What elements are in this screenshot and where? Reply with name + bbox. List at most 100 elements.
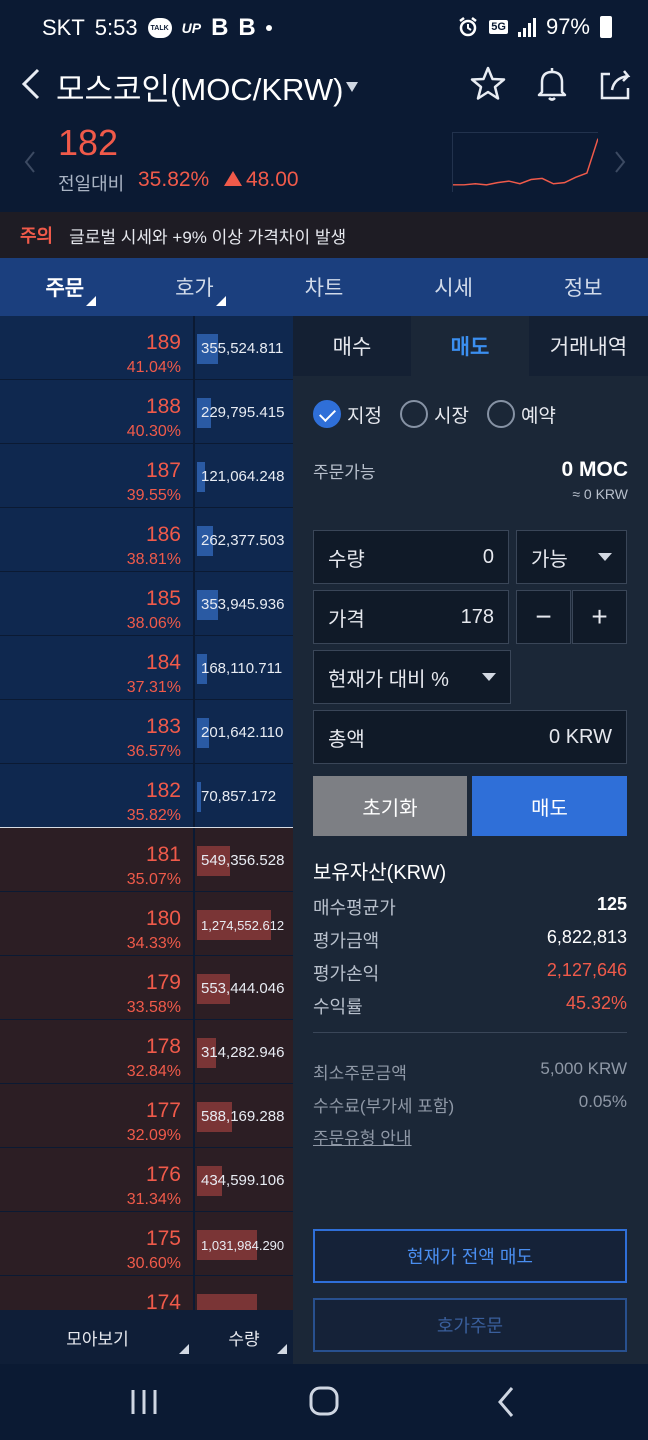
tab-buy[interactable]: 매수	[293, 316, 411, 376]
volume-bar	[197, 1294, 257, 1310]
price-increase-button[interactable]: +	[572, 590, 627, 644]
orderbook-price-cell[interactable]: 176 31.34%	[0, 1148, 195, 1211]
orderbook[interactable]: 189 41.04% 355,524.811 188 40.30% 229,795.415…	[0, 316, 293, 1310]
back-nav-icon[interactable]	[486, 1384, 526, 1420]
orderbook-volume-cell[interactable]: 168,110.711	[195, 636, 293, 699]
orderbook-row[interactable]: 174	[0, 1276, 293, 1310]
percent-select[interactable]: 현재가 대비 %	[313, 650, 511, 704]
tab-order[interactable]: 주문	[0, 258, 130, 316]
orderbook-price-cell[interactable]: 187 39.55%	[0, 444, 195, 507]
orderbook-price-cell[interactable]: 185 38.06%	[0, 572, 195, 635]
orderbook-row[interactable]: 176 31.34% 434,599.106	[0, 1148, 293, 1212]
orderbook-price-cell[interactable]: 178 32.84%	[0, 1020, 195, 1083]
orderbook-volume-cell[interactable]: 229,795.415	[195, 380, 293, 443]
sell-all-button[interactable]: 현재가 전액 매도	[313, 1229, 627, 1283]
warning-banner[interactable]: 주의 글로벌 시세와 +9% 이상 가격차이 발생	[0, 212, 648, 258]
orderbook-price-cell[interactable]: 179 33.58%	[0, 956, 195, 1019]
tab-chart[interactable]: 차트	[259, 258, 389, 316]
tab-sell[interactable]: 매도	[411, 316, 529, 376]
orderbook-price-cell[interactable]: 175 30.60%	[0, 1212, 195, 1275]
next-coin-chevron-icon[interactable]	[612, 150, 628, 174]
orderbook-volume-cell[interactable]: 353,945.936	[195, 572, 293, 635]
orderbook-price-cell[interactable]: 177 32.09%	[0, 1084, 195, 1147]
back-icon[interactable]	[16, 64, 46, 104]
orderbook-price-cell[interactable]: 186 38.81%	[0, 508, 195, 571]
tab-dropdown-caret-icon	[86, 296, 96, 306]
quantity-mode-selector[interactable]: 수량	[195, 1310, 293, 1364]
orderbook-volume-cell[interactable]: 553,444.046	[195, 956, 293, 1019]
orderbook-row[interactable]: 175 30.60% 1,031,984.290	[0, 1212, 293, 1276]
price-input[interactable]: 가격 178	[313, 590, 509, 644]
radio-limit[interactable]: 지정	[313, 400, 382, 428]
orderbook-order-button[interactable]: 호가주문	[313, 1298, 627, 1352]
orderbook-volume-cell[interactable]: 588,169.288	[195, 1084, 293, 1147]
tab-market[interactable]: 시세	[389, 258, 519, 316]
orderbook-row[interactable]: 181 35.07% 549,356.528	[0, 828, 293, 892]
orderbook-row[interactable]: 185 38.06% 353,945.936	[0, 572, 293, 636]
orderbook-price-cell[interactable]: 182 35.82%	[0, 764, 195, 827]
orderbook-price-cell[interactable]: 174	[0, 1276, 195, 1310]
orderbook-row[interactable]: 189 41.04% 355,524.811	[0, 316, 293, 380]
orderbook-price-cell[interactable]: 184 37.31%	[0, 636, 195, 699]
coin-title[interactable]: 모스코인(MOC/KRW)	[56, 64, 343, 109]
orderbook-volume-cell[interactable]: 201,642.110	[195, 700, 293, 763]
change-amount: 48.00	[224, 168, 299, 192]
orderbook-row[interactable]: 187 39.55% 121,064.248	[0, 444, 293, 508]
radio-market[interactable]: 시장	[399, 400, 469, 428]
yield-value: 45.32%	[565, 993, 627, 1013]
orderbook-row[interactable]: 188 40.30% 229,795.415	[0, 380, 293, 444]
sell-button[interactable]: 매도	[472, 776, 627, 836]
orderbook-volume-cell[interactable]	[195, 1276, 293, 1310]
system-nav-bar	[0, 1364, 648, 1440]
orderbook-price-cell[interactable]: 181 35.07%	[0, 828, 195, 891]
orderbook-row[interactable]: 177 32.09% 588,169.288	[0, 1084, 293, 1148]
reset-button[interactable]: 초기화	[313, 776, 467, 836]
orderbook-volume-cell[interactable]: 121,064.248	[195, 444, 293, 507]
orderbook-volume-cell[interactable]: 1,031,984.290	[195, 1212, 293, 1275]
orderbook-price-cell[interactable]: 183 36.57%	[0, 700, 195, 763]
bell-icon[interactable]	[532, 64, 572, 104]
quantity-mode-select[interactable]: 가능	[516, 530, 627, 584]
orderbook-row-current[interactable]: 182 35.82% 70,857.172	[0, 764, 293, 828]
status-bar: SKT 5:53 TALK UP B B 5G 97%	[0, 0, 648, 56]
view-mode-selector[interactable]: 모아보기	[0, 1310, 195, 1364]
order-type-guide-link[interactable]: 주문유형 안내	[313, 1124, 412, 1149]
orderbook-row[interactable]: 184 37.31% 168,110.711	[0, 636, 293, 700]
main-tabs: 주문 호가 차트 시세 정보	[0, 258, 648, 316]
orderbook-volume-cell[interactable]: 70,857.172	[195, 764, 293, 827]
orderbook-volume-cell[interactable]: 262,377.503	[195, 508, 293, 571]
talk-icon: TALK	[147, 18, 172, 38]
avg-price-value: 125	[596, 894, 627, 914]
price-decrease-button[interactable]: −	[516, 590, 571, 644]
home-icon[interactable]	[304, 1384, 344, 1420]
mini-price-chart[interactable]	[452, 132, 598, 192]
orderbook-row[interactable]: 180 34.33% 1,274,552.612	[0, 892, 293, 956]
orderbook-row[interactable]: 179 33.58% 553,444.046	[0, 956, 293, 1020]
tab-history[interactable]: 거래내역	[529, 316, 648, 376]
orderbook-volume-cell[interactable]: 549,356.528	[195, 828, 293, 891]
orderbook-row[interactable]: 178 32.84% 314,282.946	[0, 1020, 293, 1084]
favorite-star-icon[interactable]	[468, 64, 508, 104]
fee-label: 수수료(부가세 포함)	[313, 1097, 455, 1116]
orderbook-volume-cell[interactable]: 355,524.811	[195, 316, 293, 379]
prev-coin-chevron-icon[interactable]	[22, 150, 38, 174]
orderbook-row[interactable]: 186 38.81% 262,377.503	[0, 508, 293, 572]
tab-info[interactable]: 정보	[518, 258, 648, 316]
tab-orderbook[interactable]: 호가	[130, 258, 260, 316]
orderbook-price-cell[interactable]: 188 40.30%	[0, 380, 195, 443]
quantity-input[interactable]: 수량 0	[313, 530, 509, 584]
radio-reserve[interactable]: 예약	[486, 400, 556, 428]
orderbook-price-cell[interactable]: 189 41.04%	[0, 316, 195, 379]
coin-select-caret-icon[interactable]	[346, 82, 358, 92]
orderbook-volume-cell[interactable]: 314,282.946	[195, 1020, 293, 1083]
orderbook-row[interactable]: 183 36.57% 201,642.110	[0, 700, 293, 764]
share-icon[interactable]	[596, 64, 636, 104]
orderbook-volume-cell[interactable]: 434,599.106	[195, 1148, 293, 1211]
orderbook-price-cell[interactable]: 180 34.33%	[0, 892, 195, 955]
orderbook-volume: 355,524.811	[201, 340, 284, 357]
total-input[interactable]: 총액 0 KRW	[313, 710, 627, 764]
dropdown-caret-icon	[277, 1344, 287, 1354]
total-label: 총액	[328, 728, 365, 751]
recent-apps-icon[interactable]	[124, 1384, 164, 1420]
orderbook-volume-cell[interactable]: 1,274,552.612	[195, 892, 293, 955]
